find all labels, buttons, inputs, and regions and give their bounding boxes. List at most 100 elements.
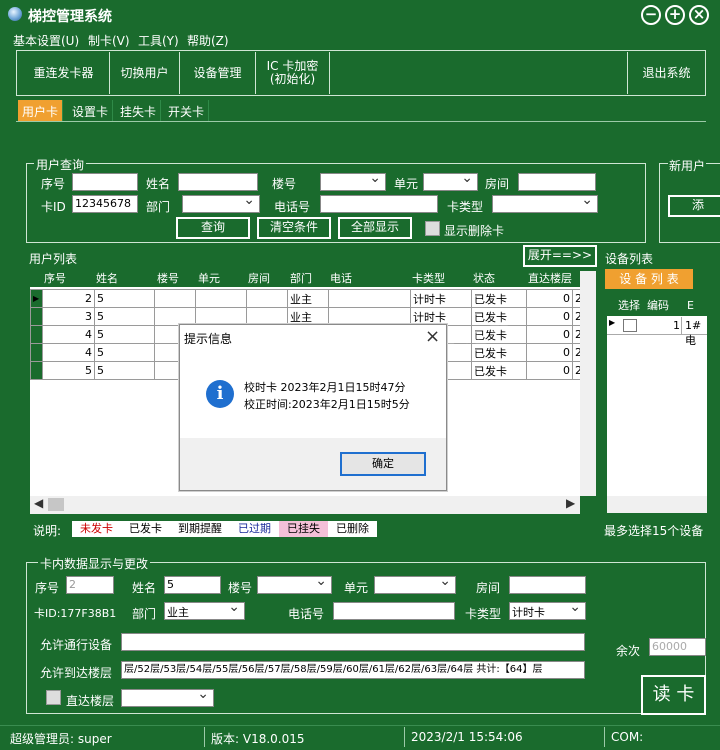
room-input[interactable] — [518, 173, 596, 191]
card-name-label: 姓名 — [132, 581, 157, 595]
col-device-name[interactable]: E — [687, 296, 694, 316]
add-user-button[interactable]: 添 — [668, 195, 720, 217]
scroll-left-icon[interactable]: ◀ — [34, 496, 43, 510]
device-name: 1#电 — [685, 319, 702, 347]
cell-status: 已发卡 — [471, 307, 527, 326]
col-unit[interactable]: 单元 — [198, 271, 220, 287]
row-indicator — [30, 307, 43, 326]
exit-system-button[interactable]: 退出系统 — [627, 52, 705, 94]
direct-floor-checkbox[interactable] — [46, 690, 61, 705]
allow-floor-input[interactable]: 层/52层/53层/54层/55层/56层/57层/58层/59层/60层/61… — [121, 661, 585, 679]
cell-card-type: 计时卡 — [410, 289, 472, 308]
card-building-select[interactable] — [257, 573, 332, 594]
card-data-legend: 卡内数据显示与更改 — [38, 555, 151, 572]
reconnect-card-issuer-button[interactable]: 重连发卡器 — [18, 52, 110, 94]
card-id-label: 卡ID — [41, 200, 66, 214]
col-status[interactable]: 状态 — [473, 271, 495, 287]
card-room-input[interactable] — [509, 576, 586, 594]
show-deleted-checkbox[interactable] — [425, 221, 440, 236]
cell-room — [246, 307, 288, 326]
expand-button[interactable]: 展开==>> — [523, 245, 597, 267]
status-version: 版本: V18.0.015 — [211, 732, 305, 746]
card-dept-select[interactable]: 业主 — [164, 599, 245, 620]
card-name-input[interactable]: 5 — [164, 576, 221, 594]
ok-button[interactable]: 确定 — [340, 452, 426, 476]
cell-dept: 业主 — [287, 289, 329, 308]
device-list-hscroll[interactable] — [607, 496, 707, 513]
balance-input[interactable]: 60000 — [649, 638, 706, 656]
card-dept-value: 业主 — [167, 606, 189, 619]
device-management-button[interactable]: 设备管理 — [180, 52, 256, 94]
app-icon — [8, 7, 22, 21]
card-building-label: 楼号 — [228, 581, 253, 595]
dept-select[interactable] — [182, 192, 260, 213]
scroll-right-icon[interactable]: ▶ — [566, 496, 575, 510]
status-com: COM: — [611, 730, 644, 744]
switch-user-button[interactable]: 切换用户 — [110, 52, 180, 94]
dialog-close-icon[interactable]: × — [425, 326, 440, 347]
scroll-thumb[interactable] — [48, 498, 64, 511]
card-type-label-2: 卡类型 — [465, 607, 502, 621]
tab-settings-card[interactable]: 设置卡 — [68, 100, 114, 121]
device-select-checkbox[interactable] — [623, 319, 637, 332]
allow-device-input[interactable] — [121, 633, 585, 651]
table-row[interactable]: 35业主计时卡已发卡02 — [30, 307, 581, 326]
card-seq-label: 序号 — [35, 581, 60, 595]
card-unit-label: 单元 — [344, 581, 369, 595]
seq-input[interactable] — [72, 173, 138, 191]
device-row[interactable]: ▶ 1 1#电 — [607, 317, 707, 347]
card-seq-input[interactable]: 2 — [66, 576, 114, 594]
col-dept[interactable]: 部门 — [290, 271, 312, 287]
col-name[interactable]: 姓名 — [96, 271, 118, 287]
device-list-tab[interactable]: 设 备 列 表 — [605, 269, 693, 289]
read-card-button[interactable]: 读 卡 — [641, 675, 706, 715]
col-building[interactable]: 楼号 — [157, 271, 179, 287]
card-type-select-2[interactable]: 计时卡 — [509, 599, 586, 620]
minimize-icon[interactable]: − — [641, 5, 661, 25]
cell-unit — [195, 307, 247, 326]
cell-card-type: 计时卡 — [410, 307, 472, 326]
col-code[interactable]: 编码 — [647, 296, 669, 316]
user-list-vscroll[interactable] — [580, 271, 596, 496]
phone-input[interactable] — [320, 195, 438, 213]
card-phone-input[interactable] — [333, 602, 455, 620]
card-type-select[interactable] — [492, 192, 598, 213]
row-indicator — [30, 325, 43, 344]
menu-help[interactable]: 帮助(Z) — [187, 32, 229, 49]
user-list-hscroll[interactable]: ◀ ▶ — [30, 496, 580, 514]
col-direct-floor[interactable]: 直达楼层 — [528, 271, 578, 287]
show-all-button[interactable]: 全部显示 — [338, 217, 412, 239]
maximize-icon[interactable]: + — [665, 5, 685, 25]
menu-tools[interactable]: 工具(Y) — [138, 32, 179, 49]
room-label: 房间 — [485, 177, 510, 191]
name-input[interactable] — [178, 173, 258, 191]
unit-select[interactable] — [423, 170, 478, 191]
legend-item: 已删除 — [328, 521, 377, 537]
col-seq[interactable]: 序号 — [44, 271, 66, 287]
menu-basic-settings[interactable]: 基本设置(U) — [13, 32, 79, 49]
table-row[interactable]: ▶25业主计时卡已发卡02 — [30, 289, 581, 308]
cell-direct-floor: 0 — [526, 343, 573, 362]
tab-user-card[interactable]: 用户卡 — [18, 100, 64, 121]
search-button[interactable]: 查询 — [176, 217, 250, 239]
legend-item: 已发卡 — [121, 521, 170, 537]
card-room-label: 房间 — [476, 581, 501, 595]
clear-conditions-button[interactable]: 清空条件 — [257, 217, 331, 239]
close-icon[interactable]: × — [689, 5, 709, 25]
legend-item: 未发卡 — [72, 521, 121, 537]
cell-unit — [195, 289, 247, 308]
tab-lost-card[interactable]: 挂失卡 — [116, 100, 162, 121]
tab-switch-card[interactable]: 开关卡 — [164, 100, 210, 121]
ic-card-encrypt-button[interactable]: IC 卡加密 (初始化) — [256, 52, 330, 94]
menu-make-card[interactable]: 制卡(V) — [88, 32, 130, 49]
card-unit-select[interactable] — [374, 573, 456, 594]
direct-floor-select[interactable] — [121, 686, 214, 707]
card-id-input[interactable]: 12345678 — [72, 195, 138, 213]
col-room[interactable]: 房间 — [248, 271, 270, 287]
cell-status: 已发卡 — [471, 289, 527, 308]
col-phone[interactable]: 电话 — [330, 271, 352, 287]
col-card-type[interactable]: 卡类型 — [412, 271, 445, 287]
building-select[interactable] — [320, 170, 386, 191]
legend-item: 已过期 — [230, 521, 279, 537]
col-select[interactable]: 选择 — [618, 296, 640, 316]
